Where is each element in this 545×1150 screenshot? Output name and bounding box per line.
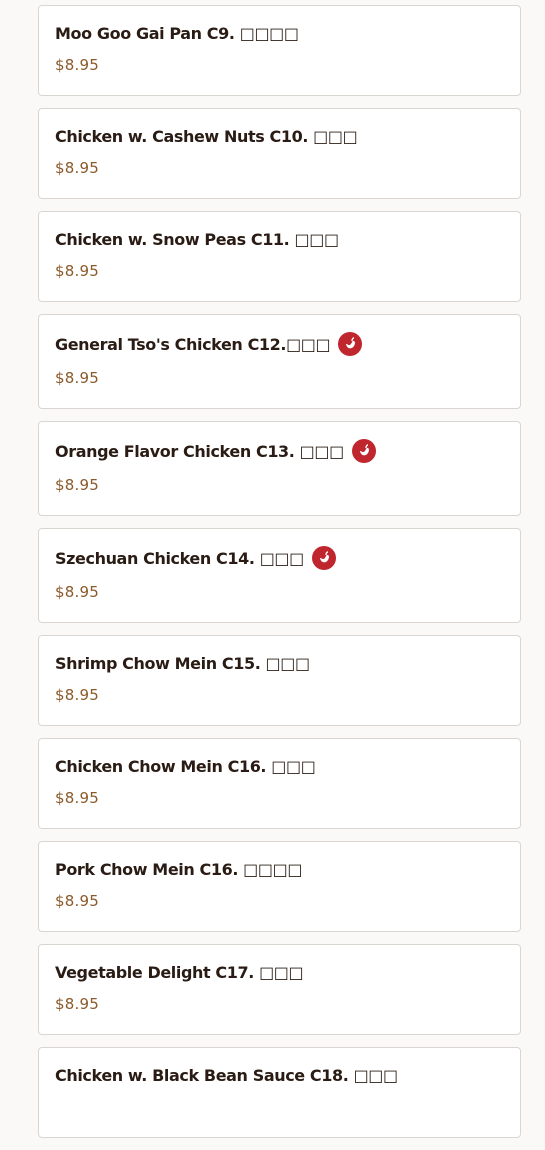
menu-item-card[interactable]: Chicken w. Black Bean Sauce C18. □□□ [38,1047,521,1138]
menu-item-card[interactable]: Szechuan Chicken C14. □□□ $8.95 [38,528,521,623]
chili-pepper-icon [338,332,363,356]
menu-item-name: Chicken w. Snow Peas C11. □□□ [55,229,339,249]
menu-item-price: $8.95 [55,583,99,601]
menu-item-card[interactable]: Moo Goo Gai Pan C9. □□□□ $8.95 [38,5,521,96]
menu-item-price: $8.95 [55,892,99,910]
menu-item-price: $8.95 [55,56,99,74]
menu-item-price: $8.95 [55,789,99,807]
menu-item-price: $8.95 [55,995,99,1013]
menu-item-card[interactable]: Pork Chow Mein C16. □□□□ $8.95 [38,841,521,932]
menu-item-card[interactable]: Orange Flavor Chicken C13. □□□ $8.95 [38,421,521,516]
menu-item-card[interactable]: Chicken w. Snow Peas C11. □□□ $8.95 [38,211,521,302]
menu-item-card[interactable]: Shrimp Chow Mein C15. □□□ $8.95 [38,635,521,726]
chili-pepper-icon [351,439,376,463]
menu-item-name: Shrimp Chow Mein C15. □□□ [55,653,310,673]
chili-pepper-icon [311,546,336,570]
menu-item-price: $8.95 [55,159,99,177]
menu-item-name: Orange Flavor Chicken C13. □□□ [55,441,344,461]
menu-item-name: Chicken w. Cashew Nuts C10. □□□ [55,126,358,146]
menu-item-price: $8.95 [55,369,99,387]
menu-item-name: Vegetable Delight C17. □□□ [55,962,304,982]
menu-item-price: $8.95 [55,262,99,280]
menu-item-name: Pork Chow Mein C16. □□□□ [55,859,303,879]
menu-item-card[interactable]: Chicken Chow Mein C16. □□□ $8.95 [38,738,521,829]
menu-item-list: Moo Goo Gai Pan C9. □□□□ $8.95 Chicken w… [38,0,521,1150]
menu-item-price: $8.95 [55,476,99,494]
menu-item-name: Moo Goo Gai Pan C9. □□□□ [55,23,299,43]
menu-item-card[interactable]: General Tso's Chicken C12.□□□ $8.95 [38,314,521,409]
menu-item-name: Chicken w. Black Bean Sauce C18. □□□ [55,1065,398,1085]
menu-item-name: General Tso's Chicken C12.□□□ [55,334,331,354]
menu-item-price: $8.95 [55,686,99,704]
menu-item-card[interactable]: Chicken w. Cashew Nuts C10. □□□ $8.95 [38,108,521,199]
menu-item-name: Chicken Chow Mein C16. □□□ [55,756,316,776]
menu-item-name: Szechuan Chicken C14. □□□ [55,548,304,568]
menu-item-card[interactable]: Vegetable Delight C17. □□□ $8.95 [38,944,521,1035]
